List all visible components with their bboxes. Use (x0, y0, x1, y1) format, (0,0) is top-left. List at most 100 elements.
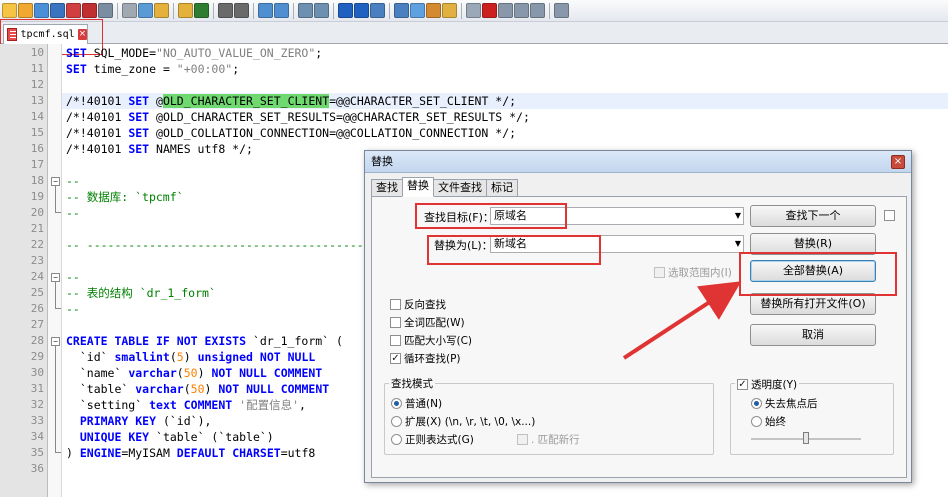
function-list-icon[interactable] (426, 3, 441, 18)
search-mode-title: 查找模式 (389, 376, 435, 391)
mode-normal-radio[interactable]: 普通(N) (391, 396, 442, 411)
toolbar-separator (117, 2, 118, 19)
line-number: 36 (30, 462, 44, 475)
wrap-icon[interactable] (338, 3, 353, 18)
checkbox-box (654, 267, 665, 278)
radio-dot (391, 398, 402, 409)
undo-icon[interactable] (178, 3, 193, 18)
dialog-close-icon[interactable]: × (891, 155, 905, 169)
line-number: 21 (30, 222, 44, 235)
monitor-icon[interactable] (466, 3, 481, 18)
line-number: 17 (30, 158, 44, 171)
replace-input-highlight (427, 235, 601, 265)
option-wrap-around[interactable]: ✓ 循环查找(P) (390, 351, 461, 366)
code-line: -- 表的结构 `dr_1_form` (66, 286, 216, 300)
play-multi-icon[interactable] (530, 3, 545, 18)
code-line: PRIMARY KEY (`id`), (79, 414, 212, 428)
dot-newline-checkbox[interactable]: . 匹配新行 (517, 432, 580, 447)
line-number: 18 (30, 174, 44, 187)
transparency-checkbox[interactable]: ✓ 透明度(Y) (735, 377, 800, 392)
code-line: CREATE TABLE IF NOT EXISTS `dr_1_form` ( (66, 334, 343, 348)
option-whole-word[interactable]: 全词匹配(W) (390, 315, 465, 330)
radio-dot (391, 434, 402, 445)
tab-mark[interactable]: 标记 (486, 179, 518, 197)
line-number: 34 (30, 430, 44, 443)
mode-extended-radio[interactable]: 扩展(X) (\n, \r, \t, \0, \x...) (391, 414, 535, 429)
search-mode-group: 查找模式 普通(N) 扩展(X) (\n, \r, \t, \0, \x...)… (384, 376, 714, 455)
code-line: `name` varchar(50) NOT NULL COMMENT (66, 366, 323, 380)
radio-dot (751, 416, 762, 427)
print-icon[interactable] (98, 3, 113, 18)
line-number: 32 (30, 398, 44, 411)
save-macro-icon[interactable] (554, 3, 569, 18)
close-icon[interactable] (66, 3, 81, 18)
tab-find[interactable]: 查找 (371, 179, 403, 197)
transparency-label: 透明度(Y) (751, 379, 798, 391)
in-selection-checkbox[interactable]: 选取范围内(I) (654, 265, 732, 280)
mode-regex-radio[interactable]: 正则表达式(G) (391, 432, 474, 447)
tab-find-in-files[interactable]: 文件查找 (433, 179, 487, 197)
find-icon[interactable] (218, 3, 233, 18)
redo-icon[interactable] (194, 3, 209, 18)
code-line: -- (66, 270, 80, 284)
tab-replace[interactable]: 替换 (402, 177, 434, 197)
find-next-button[interactable]: 查找下一个 (750, 205, 876, 227)
code-line: /*!40101 SET NAMES utf8 */; (66, 142, 253, 156)
zoom-in-icon[interactable] (258, 3, 273, 18)
cut-icon[interactable] (122, 3, 137, 18)
option-backward[interactable]: 反向查找 (390, 297, 446, 312)
checkbox-box (390, 299, 401, 310)
option-label: 匹配大小写(C) (404, 335, 473, 347)
dialog-title: 替换 (365, 151, 911, 173)
checkbox-box (390, 317, 401, 328)
cancel-button[interactable]: 取消 (750, 324, 876, 346)
sync-h-icon[interactable] (314, 3, 329, 18)
doc-map-icon[interactable] (410, 3, 425, 18)
all-chars-icon[interactable] (354, 3, 369, 18)
toolbar-separator (389, 2, 390, 19)
line-number: 33 (30, 414, 44, 427)
line-number: 14 (30, 110, 44, 123)
fold-toggle-icon[interactable]: − (51, 273, 60, 282)
save-icon[interactable] (34, 3, 49, 18)
folder-icon[interactable] (442, 3, 457, 18)
sync-v-icon[interactable] (298, 3, 313, 18)
checkbox-box (517, 434, 528, 445)
notepad-window: tpcmf.sql × 10 SET SQL_MODE="NO_AUTO_VALU… (0, 0, 948, 497)
zoom-out-icon[interactable] (274, 3, 289, 18)
line-number: 10 (30, 46, 44, 59)
play-icon[interactable] (514, 3, 529, 18)
record-icon[interactable] (482, 3, 497, 18)
close-all-icon[interactable] (82, 3, 97, 18)
code-line: -- (66, 302, 80, 316)
line-number: 11 (30, 62, 44, 75)
indent-guide-icon[interactable] (370, 3, 385, 18)
on-lose-focus-radio[interactable]: 失去焦点后 (751, 396, 818, 411)
replace-icon[interactable] (234, 3, 249, 18)
on-lose-focus-label: 失去焦点后 (765, 398, 818, 410)
checkbox-box: ✓ (737, 379, 748, 390)
line-number: 19 (30, 190, 44, 203)
transparency-group: ✓ 透明度(Y) 失去焦点后 始终 (730, 377, 894, 455)
opacity-slider-thumb[interactable] (803, 432, 809, 444)
fold-line (55, 186, 56, 212)
new-file-icon[interactable] (2, 3, 17, 18)
replace-all-open-files-button[interactable]: 替换所有打开文件(O) (750, 293, 876, 315)
udl-icon[interactable] (394, 3, 409, 18)
fold-line (55, 346, 56, 452)
toolbar-separator (293, 2, 294, 19)
open-icon[interactable] (18, 3, 33, 18)
paste-icon[interactable] (154, 3, 169, 18)
save-all-icon[interactable] (50, 3, 65, 18)
fold-toggle-icon[interactable]: − (51, 177, 60, 186)
line-number: 15 (30, 126, 44, 139)
stop-icon[interactable] (498, 3, 513, 18)
fold-toggle-icon[interactable]: − (51, 337, 60, 346)
find-next-option-checkbox[interactable] (884, 210, 895, 221)
always-radio[interactable]: 始终 (751, 414, 786, 429)
chevron-down-icon[interactable]: ▼ (735, 236, 741, 252)
chevron-down-icon[interactable]: ▼ (735, 208, 741, 224)
line-number: 30 (30, 366, 44, 379)
option-match-case[interactable]: 匹配大小写(C) (390, 333, 472, 348)
copy-icon[interactable] (138, 3, 153, 18)
